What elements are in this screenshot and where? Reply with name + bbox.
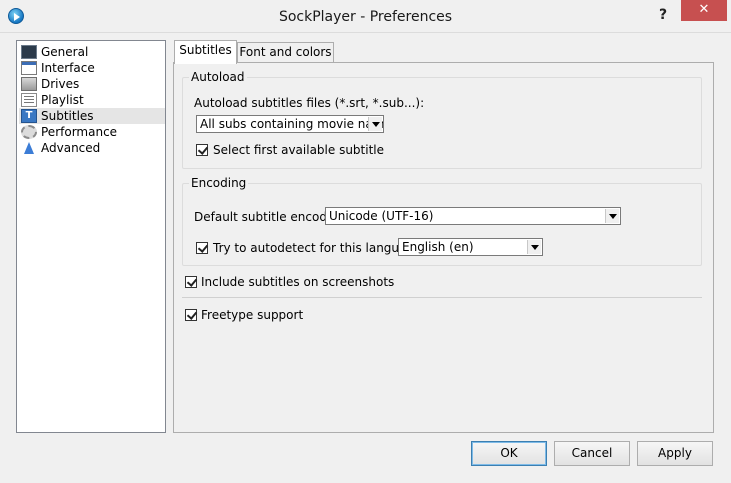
help-button[interactable]: ? (652, 4, 674, 26)
autodetect-language-checkbox[interactable] (196, 242, 208, 254)
cancel-button[interactable]: Cancel (554, 441, 630, 466)
sidebar-item-general[interactable]: General (19, 44, 165, 60)
tab-font-and-colors[interactable]: Font and colors (237, 42, 334, 63)
autoload-group-title: Autoload (189, 70, 247, 84)
options-separator (182, 297, 702, 298)
subtitles-panel: Autoload Autoload subtitles files (*.srt… (173, 62, 714, 433)
title-bar: SockPlayer - Preferences ? ✕ (0, 0, 731, 33)
include-subtitles-screenshots-label: Include subtitles on screenshots (201, 275, 395, 289)
freetype-support-checkbox[interactable] (185, 309, 197, 321)
autoload-files-label: Autoload subtitles files (*.srt, *.sub..… (194, 96, 425, 110)
encoding-group-title: Encoding (189, 176, 249, 190)
include-subtitles-screenshots-checkbox[interactable] (185, 276, 197, 288)
tab-subtitles[interactable]: Subtitles (174, 40, 237, 64)
close-button[interactable]: ✕ (681, 0, 727, 21)
select-first-subtitle-label: Select first available subtitle (213, 143, 385, 157)
chevron-down-icon[interactable] (368, 117, 382, 131)
chevron-down-icon[interactable] (605, 209, 619, 223)
sidebar-item-label: Subtitles (41, 109, 94, 123)
autodetect-language-value: English (en) (402, 240, 474, 254)
preferences-category-list[interactable]: General Interface Drives Playlist T Subt… (16, 40, 166, 433)
drive-icon (21, 77, 37, 91)
sidebar-item-advanced[interactable]: Advanced (19, 140, 165, 156)
flask-icon (21, 141, 37, 155)
list-icon (21, 93, 37, 107)
sidebar-item-performance[interactable]: Performance (19, 124, 165, 140)
autoload-files-value: All subs containing movie name (200, 117, 384, 131)
default-encoding-dropdown[interactable]: Unicode (UTF-16) (325, 207, 621, 225)
sidebar-item-label: Performance (41, 125, 118, 139)
sidebar-item-drives[interactable]: Drives (19, 76, 165, 92)
encoding-group: Encoding Default subtitle encoding: Unic… (182, 176, 702, 266)
sidebar-item-label: Drives (41, 77, 80, 91)
autodetect-language-label: Try to autodetect for this language: (213, 241, 426, 255)
gear-icon (21, 125, 37, 139)
window-icon (21, 61, 37, 75)
sidebar-item-interface[interactable]: Interface (19, 60, 165, 76)
chevron-down-icon[interactable] (527, 240, 541, 254)
freetype-support-label: Freetype support (201, 308, 304, 322)
sidebar-item-label: Playlist (41, 93, 84, 107)
autoload-files-dropdown[interactable]: All subs containing movie name (196, 115, 384, 133)
monitor-icon (21, 45, 37, 59)
sidebar-item-label: General (41, 45, 89, 59)
autoload-group: Autoload Autoload subtitles files (*.srt… (182, 70, 702, 169)
default-encoding-value: Unicode (UTF-16) (329, 209, 434, 223)
autodetect-language-dropdown[interactable]: English (en) (398, 238, 543, 256)
apply-button[interactable]: Apply (637, 441, 713, 466)
sidebar-item-subtitles[interactable]: T Subtitles (19, 108, 165, 124)
sidebar-item-playlist[interactable]: Playlist (19, 92, 165, 108)
window-title: SockPlayer - Preferences (278, 9, 453, 25)
select-first-subtitle-checkbox[interactable] (196, 144, 208, 156)
sidebar-item-label: Interface (41, 61, 95, 75)
ok-button[interactable]: OK (471, 441, 547, 466)
subtitles-icon: T (21, 109, 37, 123)
sidebar-item-label: Advanced (41, 141, 101, 155)
